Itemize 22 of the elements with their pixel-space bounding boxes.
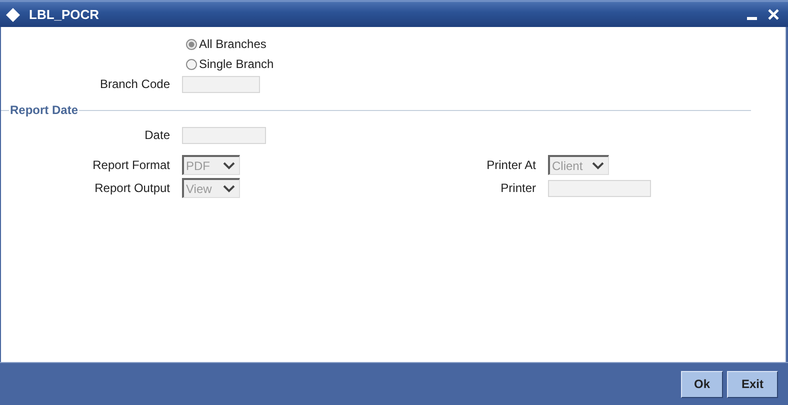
field-label: Branch Code [98,77,170,91]
section-heading: Report Date [9,103,80,117]
ok-button[interactable]: Ok [681,370,723,398]
window-title: LBL_POCR [29,7,100,22]
input-field[interactable] [548,180,651,196]
radio-option[interactable]: Single Branch [186,57,274,71]
input-field[interactable] [182,126,266,144]
radio-button[interactable] [186,58,197,70]
field-label: Report Output [94,181,170,195]
field-label: Printer [500,181,536,195]
chevron-down-icon [223,184,235,192]
chevron-down-icon [223,162,235,170]
field-label: Printer At [486,158,536,172]
diamond-icon [5,6,21,22]
chevron-down-icon [592,162,604,170]
field-label: Date [144,128,170,142]
close-icon[interactable] [767,8,780,21]
field-label: Report Format [92,158,170,172]
radio-option[interactable]: All Branches [186,37,266,51]
radio-button[interactable] [186,38,197,50]
exit-button[interactable]: Exit [727,370,778,398]
input-field[interactable] [182,76,260,92]
